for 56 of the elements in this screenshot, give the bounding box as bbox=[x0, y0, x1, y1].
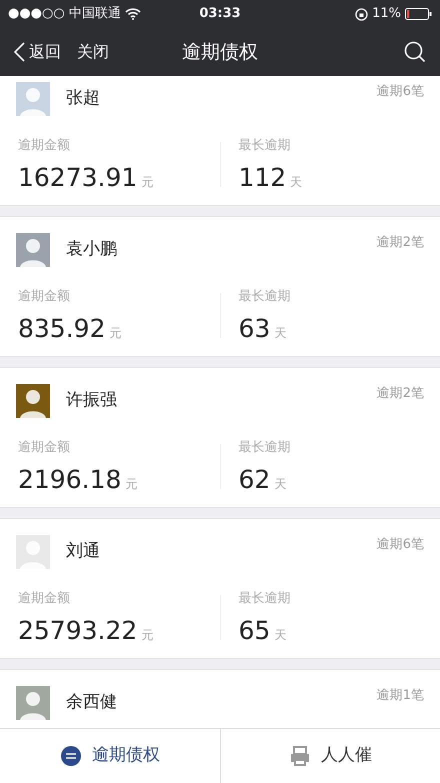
overdue-count: 逾期2笔 bbox=[376, 234, 424, 252]
avatar-icon bbox=[16, 686, 50, 720]
chat-bubble-icon bbox=[60, 745, 82, 767]
back-chevron-icon bbox=[14, 42, 25, 62]
days-value: 65 bbox=[238, 616, 270, 644]
debtor-name: 刘通 bbox=[66, 540, 101, 564]
back-button[interactable]: 返回 bbox=[14, 40, 61, 64]
debtor-name: 许振强 bbox=[66, 389, 118, 412]
days-label: 最长逾期 bbox=[238, 439, 292, 457]
amount-value: 25793.22 bbox=[18, 616, 138, 644]
battery-icon bbox=[405, 8, 432, 20]
avatar-icon bbox=[16, 233, 50, 267]
days-label: 最长逾期 bbox=[238, 137, 292, 155]
search-button[interactable] bbox=[404, 41, 426, 63]
debtor-name: 袁小鹏 bbox=[66, 238, 118, 262]
debtor-card[interactable]: 许振强 逾期2笔 逾期金额 2196.18 元 最长逾期 62 天 bbox=[0, 367, 440, 508]
printer-icon bbox=[288, 745, 311, 767]
amount-label: 逾期金额 bbox=[18, 288, 71, 306]
days-unit: 天 bbox=[274, 476, 286, 492]
avatar-icon bbox=[16, 384, 50, 418]
days-unit: 天 bbox=[290, 174, 302, 190]
amount-value: 2196.18 bbox=[18, 466, 122, 493]
debtor-name: 张超 bbox=[66, 87, 101, 110]
amount-unit: 元 bbox=[125, 476, 138, 492]
days-unit: 天 bbox=[274, 324, 286, 342]
rotation-lock-icon bbox=[355, 8, 368, 20]
overdue-count: 逾期2笔 bbox=[376, 385, 424, 403]
amount-label: 逾期金额 bbox=[18, 137, 71, 155]
days-value: 63 bbox=[238, 314, 270, 342]
battery-percent: 11% bbox=[372, 5, 402, 24]
days-label: 最长逾期 bbox=[238, 590, 292, 608]
overdue-count: 逾期6笔 bbox=[376, 83, 424, 101]
amount-label: 逾期金额 bbox=[18, 590, 71, 608]
days-value: 112 bbox=[238, 164, 286, 191]
close-button[interactable]: 关闭 bbox=[77, 40, 109, 64]
page-title: 逾期债权 bbox=[182, 40, 258, 65]
overdue-count: 逾期6笔 bbox=[376, 536, 424, 554]
amount-unit: 元 bbox=[109, 324, 122, 342]
amount-value: 835.92 bbox=[18, 314, 106, 342]
days-label: 最长逾期 bbox=[238, 288, 292, 306]
avatar-icon bbox=[16, 82, 50, 116]
debtor-card[interactable]: 余西健 逾期1笔 bbox=[0, 669, 440, 728]
amount-unit: 元 bbox=[141, 174, 154, 190]
days-unit: 天 bbox=[274, 626, 286, 644]
debtor-card[interactable]: 张超 逾期6笔 逾期金额 16273.91 元 最长逾期 112 天 bbox=[0, 76, 440, 206]
debtor-name: 余西健 bbox=[66, 691, 118, 714]
overdue-count: 逾期1笔 bbox=[376, 687, 424, 705]
amount-label: 逾期金额 bbox=[18, 439, 71, 457]
carrier-text: ●●●○○ 中国联通 bbox=[8, 5, 121, 24]
amount-value: 16273.91 bbox=[18, 164, 138, 191]
debtor-card[interactable]: 袁小鹏 逾期2笔 逾期金额 835.92 元 最长逾期 63 天 bbox=[0, 216, 440, 357]
debtor-card[interactable]: 刘通 逾期6笔 逾期金额 25793.22 元 最长逾期 65 天 bbox=[0, 518, 440, 659]
wifi-icon bbox=[124, 8, 141, 20]
time-text: 03:33 bbox=[199, 5, 241, 24]
days-value: 62 bbox=[238, 466, 270, 493]
amount-unit: 元 bbox=[141, 626, 154, 644]
